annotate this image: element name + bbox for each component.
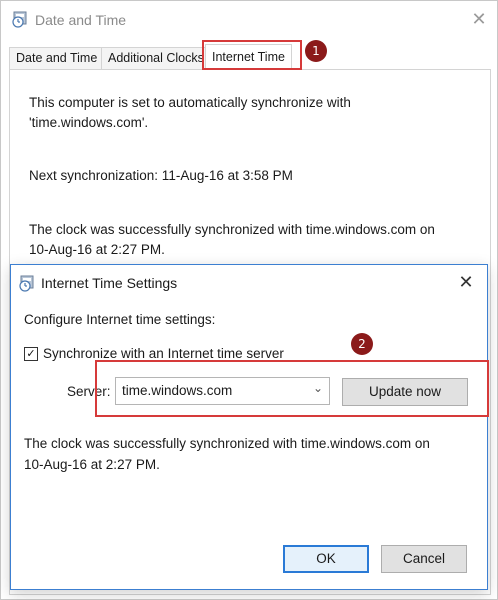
configure-label: Configure Internet time settings:: [24, 312, 216, 327]
highlight-box-server-row: [95, 360, 489, 417]
sync-checkbox[interactable]: ✓: [24, 347, 38, 361]
highlight-box-internet-time-tab: [202, 40, 302, 70]
auto-sync-text-line2: 'time.windows.com'.: [29, 115, 149, 130]
inner-dialog-title: Internet Time Settings: [41, 275, 178, 291]
annotation-badge-2: 2: [351, 333, 373, 355]
internet-time-settings-dialog: Internet Time Settings ✕ Configure Inter…: [10, 264, 488, 590]
cancel-button[interactable]: Cancel: [381, 545, 467, 573]
sync-status-text: The clock was successfully synchronized …: [24, 433, 430, 475]
date-time-icon: [12, 11, 27, 28]
date-time-icon: [19, 275, 34, 292]
sync-status-line2: 10-Aug-16 at 2:27 PM.: [24, 457, 160, 472]
last-sync-text-line1: The clock was successfully synchronized …: [29, 222, 435, 237]
annotation-badge-1: 1: [305, 40, 327, 62]
last-sync-text-line2: 10-Aug-16 at 2:27 PM.: [29, 242, 165, 257]
tab-additional-clocks[interactable]: Additional Clocks: [101, 47, 211, 69]
inner-title-bar[interactable]: Internet Time Settings ✕: [11, 265, 487, 301]
close-icon[interactable]: ✕: [467, 8, 491, 30]
sync-status-line1: The clock was successfully synchronized …: [24, 436, 430, 451]
outer-window-title: Date and Time: [35, 12, 127, 28]
close-icon[interactable]: ✕: [453, 271, 479, 293]
tab-date-and-time[interactable]: Date and Time: [9, 47, 105, 69]
outer-title-bar[interactable]: Date and Time ✕: [1, 1, 497, 39]
next-sync-text: Next synchronization: 11-Aug-16 at 3:58 …: [29, 168, 293, 183]
ok-button[interactable]: OK: [283, 545, 369, 573]
auto-sync-text-line1: This computer is set to automatically sy…: [29, 95, 351, 110]
sync-checkbox-label[interactable]: Synchronize with an Internet time server: [43, 346, 284, 361]
